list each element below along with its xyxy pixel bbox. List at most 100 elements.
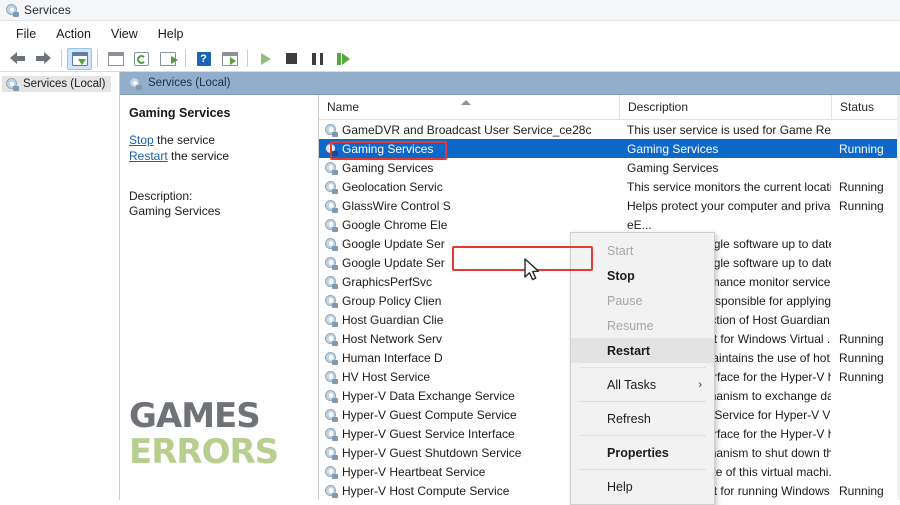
restart-service-suffix: the service xyxy=(168,149,229,163)
context-menu-item-properties[interactable]: Properties xyxy=(571,440,714,465)
context-menu-item-help[interactable]: Help xyxy=(571,474,714,499)
toolbar-separator xyxy=(97,50,98,67)
column-header-name[interactable]: Name xyxy=(319,95,619,120)
details-description-block: Description: Gaming Services xyxy=(129,189,308,219)
toolbar-separator xyxy=(185,50,186,67)
cell-name: Gaming Services xyxy=(319,161,619,175)
table-row[interactable]: GlassWire Control SHelps protect your co… xyxy=(319,196,900,215)
service-context-menu[interactable]: Start Stop Pause Resume Restart All Tasks› Ref… xyxy=(570,232,715,505)
services-gear-icon xyxy=(325,276,337,288)
cell-status: Running xyxy=(831,180,900,194)
restart-service-link[interactable]: Restart xyxy=(129,149,168,163)
menu-bar: File Action View Help xyxy=(0,21,900,46)
help-icon[interactable]: ? xyxy=(191,48,216,70)
service-name-label: Hyper-V Guest Shutdown Service xyxy=(342,446,521,460)
services-gear-icon xyxy=(325,238,337,250)
cell-description: Gaming Services xyxy=(619,142,831,156)
details-description-text: Gaming Services xyxy=(129,204,308,219)
start-service-icon[interactable] xyxy=(253,48,278,70)
service-name-label: Hyper-V Guest Compute Service xyxy=(342,408,517,422)
cell-name: Google Chrome Ele xyxy=(319,218,619,232)
right-pane-header: Services (Local) xyxy=(120,72,900,95)
services-gear-icon xyxy=(325,295,337,307)
service-name-label: Geolocation Servic xyxy=(342,180,443,194)
cell-status: Running xyxy=(831,142,900,156)
service-name-label: Host Guardian Clie xyxy=(342,313,443,327)
services-gear-icon xyxy=(325,143,337,155)
context-menu-item-label: Stop xyxy=(607,269,635,283)
context-menu-item-label: Resume xyxy=(607,319,654,333)
cell-status: Running xyxy=(831,370,900,384)
context-menu-item-stop[interactable]: Stop xyxy=(571,263,714,288)
tree-node-services-local[interactable]: Services (Local) xyxy=(2,76,111,92)
cell-description: This user service is used for Game Reco.… xyxy=(619,123,831,137)
service-name-label: Group Policy Clien xyxy=(342,294,441,308)
service-name-label: Hyper-V Data Exchange Service xyxy=(342,389,515,403)
context-menu-item-label: Help xyxy=(607,480,633,494)
mouse-cursor xyxy=(524,258,541,283)
context-menu-item-refresh[interactable]: Refresh xyxy=(571,406,714,431)
context-menu-item-label: Properties xyxy=(607,446,669,460)
context-menu-item-label: Start xyxy=(607,244,633,258)
table-row[interactable]: Gaming Services Gaming Services xyxy=(319,158,900,177)
cell-description: Gaming Services xyxy=(619,161,831,175)
menu-item-action[interactable]: Action xyxy=(47,25,100,43)
table-row[interactable]: Gaming ServicesGaming ServicesRunning xyxy=(319,139,900,158)
table-row[interactable]: Geolocation Servic This service monitors … xyxy=(319,177,900,196)
service-name-label: GraphicsPerfSvc xyxy=(342,275,432,289)
cell-status: Running xyxy=(831,199,900,213)
export-list-icon[interactable] xyxy=(155,48,180,70)
toolbar-separator xyxy=(247,50,248,67)
services-gear-icon xyxy=(325,466,337,478)
column-header-description[interactable]: Description xyxy=(619,95,831,120)
service-name-label: Host Network Serv xyxy=(342,332,442,346)
watermark-line-1: GAMES xyxy=(129,398,278,434)
cell-status: Running xyxy=(831,484,900,498)
stop-service-link[interactable]: Stop xyxy=(129,133,154,147)
services-gear-icon xyxy=(325,371,337,383)
menu-item-view[interactable]: View xyxy=(102,25,147,43)
properties-icon[interactable] xyxy=(103,48,128,70)
cell-description: eE... xyxy=(619,218,831,232)
service-name-label: GameDVR and Broadcast User Service_ce28c xyxy=(342,123,591,137)
context-menu-item-resume: Resume xyxy=(571,313,714,338)
refresh-icon[interactable] xyxy=(129,48,154,70)
services-gear-icon xyxy=(325,352,337,364)
restart-service-line: Restart the service xyxy=(129,149,308,163)
service-name-label: Google Update Ser xyxy=(342,237,445,251)
cell-name: GameDVR and Broadcast User Service_ce28c xyxy=(319,123,619,137)
services-gear-icon xyxy=(325,333,337,345)
show-hide-console-tree-icon[interactable] xyxy=(67,48,92,70)
services-gear-icon xyxy=(325,162,337,174)
column-header-status[interactable]: Status xyxy=(831,95,900,120)
services-gear-icon xyxy=(325,409,337,421)
restart-service-icon[interactable] xyxy=(331,48,356,70)
context-menu-item-all-tasks[interactable]: All Tasks› xyxy=(571,372,714,397)
cell-description: This service monitors the current locati… xyxy=(619,180,831,194)
service-name-label: Google Chrome Ele xyxy=(342,218,447,232)
show-hide-action-pane-icon[interactable] xyxy=(217,48,242,70)
services-gear-icon xyxy=(325,181,337,193)
forward-arrow-icon[interactable] xyxy=(31,48,56,70)
service-name-label: Hyper-V Guest Service Interface xyxy=(342,427,515,441)
table-row[interactable]: GameDVR and Broadcast User Service_ce28c… xyxy=(319,120,900,139)
service-name-label: Gaming Services xyxy=(342,161,433,175)
services-gear-icon xyxy=(325,219,337,231)
services-gear-icon xyxy=(325,257,337,269)
stop-service-icon[interactable] xyxy=(279,48,304,70)
toolbar-separator xyxy=(61,50,62,67)
pause-service-icon[interactable] xyxy=(305,48,330,70)
games-errors-watermark: GAMES ERRORS xyxy=(129,398,278,470)
sort-ascending-caret-icon xyxy=(461,100,471,105)
toolbar: ? xyxy=(0,46,900,72)
service-name-label: HV Host Service xyxy=(342,370,430,384)
console-tree-pane: Services (Local) xyxy=(0,72,120,500)
menu-item-help[interactable]: Help xyxy=(149,25,193,43)
stop-service-suffix: the service xyxy=(154,133,215,147)
services-gear-icon xyxy=(6,78,18,90)
context-menu-item-label: Pause xyxy=(607,294,642,308)
back-arrow-icon[interactable] xyxy=(5,48,30,70)
menu-item-file[interactable]: File xyxy=(7,25,45,43)
service-name-label: GlassWire Control S xyxy=(342,199,451,213)
context-menu-item-restart[interactable]: Restart xyxy=(571,338,714,363)
